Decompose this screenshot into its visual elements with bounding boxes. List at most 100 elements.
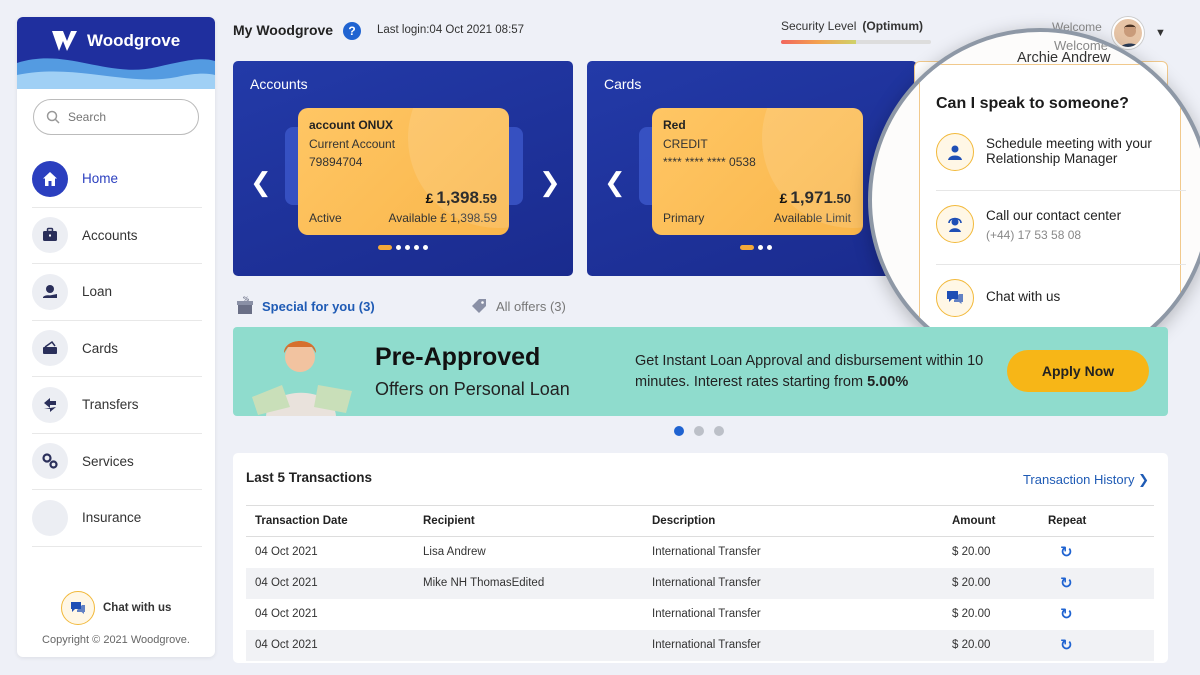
card-balance: £1,971.50	[779, 188, 851, 207]
banner-title: Pre-Approved	[375, 343, 541, 371]
page-title: My Woodgrove	[233, 22, 334, 38]
card-type: CREDIT	[663, 137, 708, 151]
schedule-meeting-option[interactable]: Schedule meeting with your Relationship …	[936, 133, 1186, 171]
relationship-manager-icon	[936, 133, 974, 171]
sidebar-item-label: Loan	[82, 284, 113, 300]
sidebar-item-home[interactable]: Home	[32, 151, 202, 208]
tx-description: International Transfer	[652, 629, 952, 661]
accounts-title: Accounts	[250, 76, 308, 92]
wave-decoration	[17, 58, 215, 89]
tab-all-offers[interactable]: All offers (3)	[469, 296, 566, 316]
repeat-icon[interactable]: ↻	[1060, 575, 1073, 592]
banner-carousel-dots[interactable]	[674, 426, 724, 436]
transactions-table: Transaction Date Recipient Description A…	[246, 505, 1154, 661]
table-row: 04 Oct 2021 International Transfer $ 20.…	[246, 629, 1154, 661]
card-status: Primary	[663, 211, 705, 225]
tx-recipient	[423, 629, 652, 661]
search-box[interactable]	[33, 99, 199, 135]
account-balance: £1,398.59	[425, 188, 497, 207]
credit-card[interactable]: Red CREDIT **** **** **** 0538 £1,971.50…	[652, 108, 863, 235]
contact-title: Can I speak to someone?	[936, 95, 1129, 112]
account-type: Current Account	[309, 137, 396, 151]
repeat-icon[interactable]: ↻	[1060, 637, 1073, 654]
sidebar-item-label: Services	[82, 453, 134, 469]
sidebar-nav: Home Accounts Loan Cards Transfers Servi…	[32, 151, 202, 547]
tx-amount: $ 20.00	[952, 629, 1048, 661]
card-icon	[32, 330, 68, 367]
sidebar-item-transfers[interactable]: Transfers	[32, 377, 202, 434]
home-icon	[32, 160, 68, 197]
sidebar-item-cards[interactable]: Cards	[32, 321, 202, 377]
gift-icon: %	[237, 296, 253, 314]
column-header-recipient: Recipient	[423, 505, 652, 537]
sidebar-item-label: Transfers	[82, 397, 139, 413]
cards-panel: Cards ❮ Red CREDIT **** **** **** 0538 £…	[587, 61, 917, 276]
repeat-icon[interactable]: ↻	[1060, 544, 1073, 561]
tab-special-for-you[interactable]: % Special for you (3)	[235, 296, 375, 316]
column-header-description: Description	[652, 505, 952, 537]
accounts-next-arrow-icon[interactable]: ❯	[539, 169, 561, 195]
transactions-title: Last 5 Transactions	[246, 470, 373, 485]
column-header-amount: Amount	[952, 505, 1048, 537]
apply-now-button[interactable]: Apply Now	[1007, 350, 1149, 392]
call-center-option[interactable]: Call our contact center (+44) 17 53 58 0…	[936, 205, 1186, 243]
copyright: Copyright © 2021 Woodgrove.	[42, 634, 190, 646]
tab-special-label: Special for you (3)	[262, 298, 375, 314]
tx-date: 04 Oct 2021	[255, 546, 318, 559]
brand-logo[interactable]: Woodgrove	[51, 29, 180, 53]
chat-option[interactable]: Chat with us	[936, 279, 1186, 317]
account-card[interactable]: account ONUX Current Account 79894704 £1…	[298, 108, 509, 235]
brand-name: Woodgrove	[87, 31, 181, 50]
sidebar-chat-button[interactable]: Chat with us	[61, 591, 171, 625]
tx-description: International Transfer	[652, 567, 952, 599]
search-input[interactable]	[68, 110, 178, 124]
banner-description: Get Instant Loan Approval and disburseme…	[635, 353, 984, 390]
help-icon[interactable]: ?	[343, 22, 361, 40]
cards-title: Cards	[604, 76, 642, 92]
magnifier-callout: Welcome Archie Andrew Can I speak to som…	[868, 28, 1200, 372]
tx-description: International Transfer	[652, 546, 761, 559]
table-row: 04 Oct 2021 Mike NH ThomasEdited Interna…	[246, 567, 1154, 599]
tab-all-label: All offers (3)	[496, 298, 566, 314]
chat-icon	[936, 279, 974, 317]
chevron-down-icon[interactable]: ▼	[1155, 27, 1166, 39]
divider	[936, 264, 1186, 265]
cards-carousel-dots[interactable]	[740, 245, 772, 250]
chat-option-label: Chat with us	[986, 289, 1061, 304]
tx-recipient: Mike NH ThomasEdited	[423, 567, 652, 599]
tag-icon	[472, 299, 486, 313]
tx-recipient: Lisa Andrew	[423, 546, 486, 559]
banner-subtitle: Offers on Personal Loan	[375, 379, 570, 399]
sidebar-item-label: Cards	[82, 340, 119, 356]
svg-text:%: %	[243, 296, 249, 303]
chat-icon	[61, 591, 95, 625]
sidebar-item-services[interactable]: Services	[32, 434, 202, 490]
account-name: account ONUX	[309, 118, 394, 132]
schedule-meeting-label: Schedule meeting with your Relationship …	[986, 136, 1152, 166]
tx-date: 04 Oct 2021	[255, 608, 318, 620]
repeat-icon[interactable]: ↻	[1060, 606, 1073, 623]
woodgrove-logo-icon	[52, 31, 77, 51]
account-number: 79894704	[309, 155, 363, 169]
transfer-icon	[32, 386, 68, 423]
sidebar-item-insurance[interactable]: Insurance	[32, 490, 202, 547]
sidebar-item-label: Accounts	[82, 227, 138, 243]
divider	[936, 190, 1186, 191]
security-level-label: Security Level	[781, 19, 857, 33]
tx-amount: $ 20.00	[952, 546, 991, 559]
security-level: Security Level (Optimum)	[781, 19, 923, 33]
accounts-carousel-dots[interactable]	[378, 245, 428, 250]
loan-icon	[32, 273, 68, 310]
call-center-phone[interactable]: (+44) 17 53 58 08	[986, 228, 1121, 243]
tx-description: International Transfer	[652, 608, 761, 620]
security-level-bar	[781, 40, 931, 44]
account-available: Available £ 1,398.59	[388, 211, 497, 225]
services-icon	[32, 443, 68, 480]
sidebar-item-label: Home	[82, 171, 119, 187]
avatar-magnified	[1122, 32, 1152, 58]
accounts-prev-arrow-icon[interactable]: ❮	[250, 169, 272, 195]
cards-prev-arrow-icon[interactable]: ❮	[604, 169, 626, 195]
sidebar-item-accounts[interactable]: Accounts	[32, 208, 202, 264]
sidebar-item-loan[interactable]: Loan	[32, 264, 202, 321]
transaction-history-link[interactable]: Transaction History ❯	[1023, 472, 1149, 488]
